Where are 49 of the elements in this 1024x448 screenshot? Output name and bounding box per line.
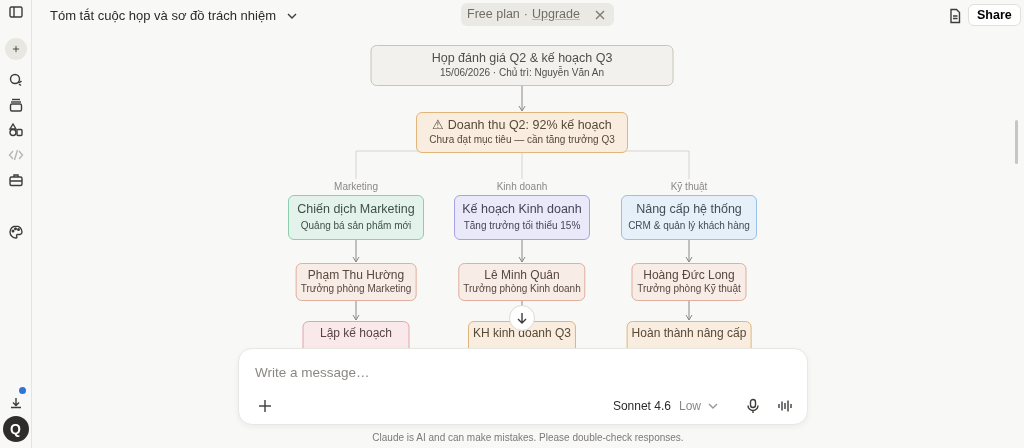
connector-arrow (518, 237, 526, 263)
node-subtitle: 15/06/2026 · Chủ trì: Nguyễn Văn An (439, 66, 605, 80)
disclaimer-text: Claude is AI and can make mistakes. Please double-check responses. (371, 431, 685, 445)
separator-dot: · (523, 6, 528, 24)
node-subtitle: Chưa đạt mục tiêu — cần tăng trưởng Q3 (428, 133, 616, 147)
node-subtitle: CRM & quản lý khách hàng (627, 219, 751, 233)
node-subtitle: Quảng bá sản phẩm mới (299, 219, 413, 233)
connector-arrow (518, 83, 526, 112)
node-subtitle: Tăng trưởng tối thiểu 15% (462, 219, 582, 233)
node-subtitle: Trưởng phòng Marketing (300, 283, 412, 296)
scrollbar[interactable] (1015, 120, 1018, 164)
palette-icon[interactable] (7, 224, 24, 240)
node-title: ⚠ Doanh thu Q2: 92% kế hoạch (431, 118, 613, 134)
projects-icon[interactable] (7, 97, 24, 113)
chat-title-button[interactable]: Tóm tắt cuộc họp và sơ đồ trách nhiệm (50, 6, 301, 26)
node-subtitle: Trưởng phòng Kỹ thuật (636, 283, 742, 296)
connector-arrow (685, 237, 693, 263)
waveform-icon (777, 398, 793, 414)
node-title: Lập kế hoạch (318, 326, 394, 341)
model-selector[interactable]: Sonnet 4.6 (612, 397, 671, 415)
microphone-button[interactable] (745, 398, 761, 414)
node-title: Hoàng Đức Long (642, 268, 736, 283)
node-title: Lê Minh Quân (483, 268, 561, 283)
voice-button[interactable] (777, 398, 793, 414)
node-title: KH kinh doanh Q3 (472, 326, 572, 341)
connector-arrow (352, 237, 360, 263)
node-title: Phạm Thu Hường (306, 268, 406, 283)
node-title: Chiến dịch Marketing (296, 202, 416, 218)
message-input[interactable]: Write a message… (255, 363, 635, 384)
sidebar-toggle-icon[interactable] (7, 4, 24, 20)
node-title: Kế hoạch Kinh doanh (461, 202, 583, 218)
upgrade-link[interactable]: Upgrade (532, 5, 580, 24)
share-button[interactable]: Share (968, 4, 1021, 26)
effort-selector[interactable]: Low (679, 397, 721, 415)
node-title: Họp đánh giá Q2 & kế hoạch Q3 (430, 51, 614, 66)
shapes-icon[interactable] (7, 122, 24, 138)
microphone-icon (745, 398, 761, 414)
node-title: Nâng cấp hệ thống (635, 202, 743, 218)
node-subtitle: Trưởng phòng Kinh doanh (463, 283, 581, 296)
attach-button[interactable] (257, 398, 273, 414)
node-title: Hoàn thành nâng cấp (631, 326, 747, 341)
briefcase-icon[interactable] (7, 172, 24, 188)
branch-label: Marketing (331, 179, 381, 194)
document-icon[interactable] (947, 8, 963, 24)
chats-icon[interactable] (7, 72, 24, 88)
new-chat-button[interactable] (4, 38, 27, 60)
plan-label: Free plan (467, 6, 520, 24)
plus-icon (257, 398, 273, 414)
avatar-button[interactable]: Q (2, 416, 29, 442)
